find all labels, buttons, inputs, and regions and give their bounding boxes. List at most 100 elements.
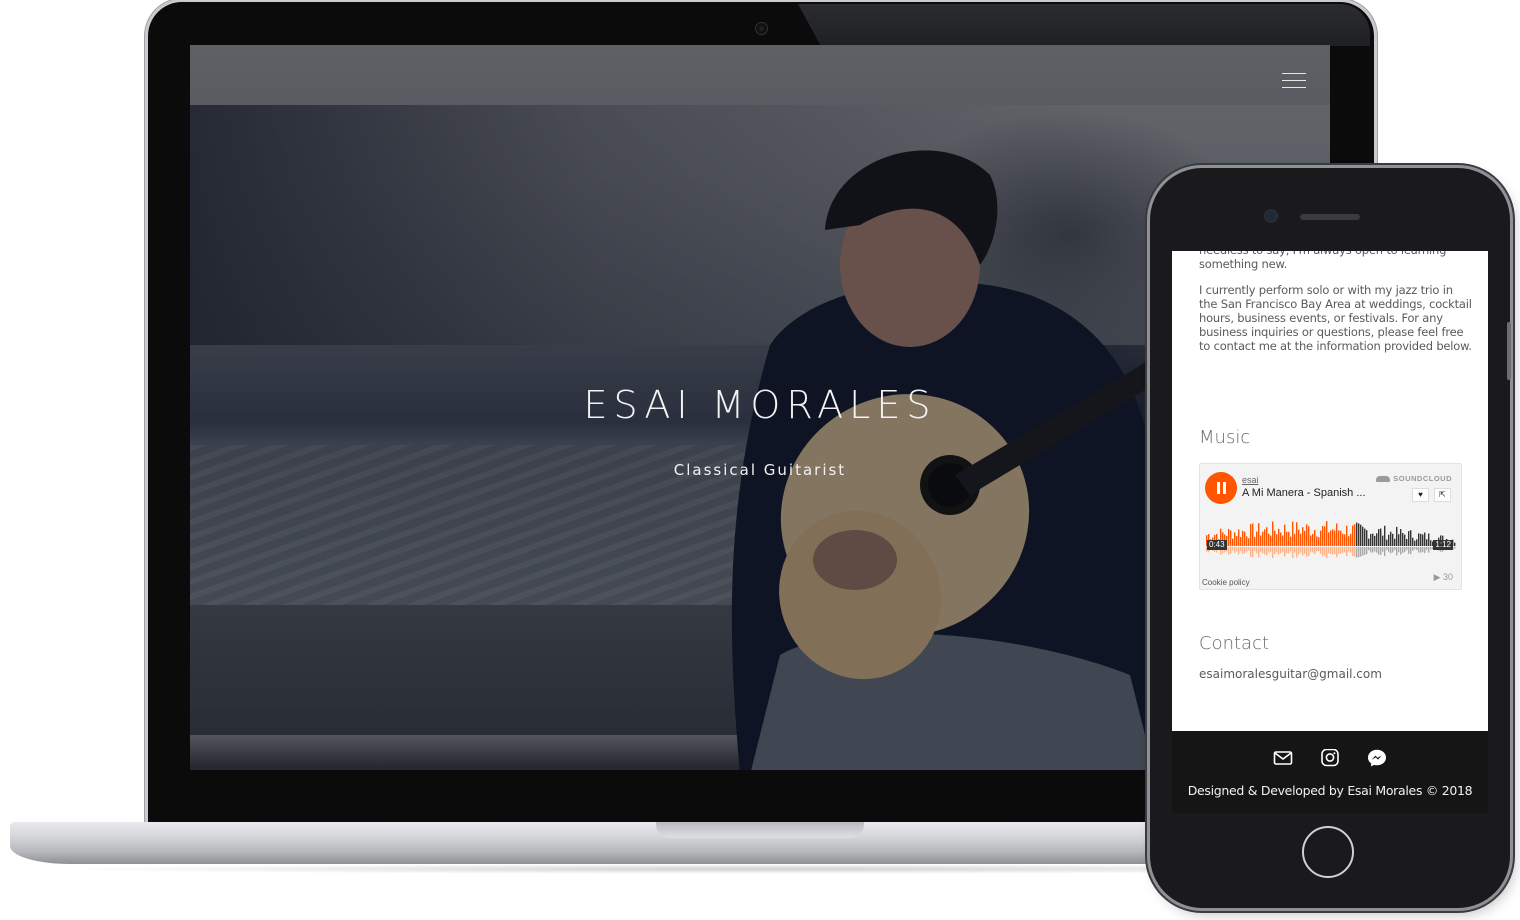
waveform-bar: [1364, 528, 1366, 546]
waveform-bar: [1324, 526, 1326, 546]
waveform-bar-reflection: [1254, 547, 1256, 552]
waveform-bar-reflection: [1406, 547, 1408, 551]
waveform-bar: [1310, 535, 1312, 546]
waveform-bar-reflection: [1274, 547, 1276, 554]
instagram-icon[interactable]: [1320, 748, 1340, 767]
waveform-bar: [1410, 530, 1412, 546]
waveform-bar-reflection: [1322, 547, 1324, 557]
waveform-bar-reflection: [1298, 547, 1300, 555]
waveform-bar-reflection: [1378, 547, 1380, 555]
pause-button[interactable]: [1205, 472, 1237, 504]
waveform-bar-reflection: [1362, 547, 1364, 556]
sc-track-title[interactable]: A Mi Manera - Spanish ...: [1242, 487, 1366, 499]
waveform-bar: [1360, 524, 1362, 546]
waveform-bar-reflection: [1374, 547, 1376, 552]
waveform-bar: [1404, 534, 1406, 546]
waveform-bar-reflection: [1288, 547, 1290, 554]
site-footer: Designed & Developed by Esai Morales © 2…: [1172, 731, 1488, 813]
waveform-bar: [1352, 525, 1354, 546]
waveform-bar: [1280, 532, 1282, 546]
waveform-bar: [1238, 529, 1240, 546]
waveform-bar-reflection: [1302, 547, 1304, 556]
waveform-bar: [1384, 525, 1386, 546]
waveform-bar-reflection: [1278, 547, 1280, 555]
waveform-bar-reflection: [1430, 547, 1432, 550]
waveform[interactable]: [1206, 516, 1456, 564]
messenger-icon[interactable]: [1367, 749, 1387, 767]
waveform-bar-reflection: [1390, 547, 1392, 554]
waveform-bar-reflection: [1264, 547, 1266, 555]
waveform-bar: [1260, 535, 1262, 546]
waveform-bar: [1312, 533, 1314, 546]
waveform-bar-reflection: [1324, 547, 1326, 556]
soundcloud-logo[interactable]: SOUNDCLOUD: [1376, 474, 1452, 483]
waveform-bar: [1340, 530, 1342, 546]
waveform-bar: [1302, 527, 1304, 546]
waveform-bar: [1286, 531, 1288, 546]
waveform-bar-reflection: [1354, 547, 1356, 557]
music-heading: Music: [1199, 427, 1251, 448]
waveform-bar: [1344, 534, 1346, 546]
waveform-bar: [1300, 533, 1302, 546]
waveform-bar-reflection: [1386, 547, 1388, 550]
waveform-bar: [1370, 534, 1372, 546]
waveform-bar-reflection: [1352, 547, 1354, 557]
waveform-bar: [1400, 529, 1402, 546]
waveform-bar: [1328, 532, 1330, 546]
waveform-bar: [1316, 536, 1318, 546]
waveform-bar-reflection: [1376, 547, 1378, 553]
waveform-bar-reflection: [1306, 547, 1308, 557]
waveform-bar: [1256, 531, 1258, 546]
waveform-bar: [1262, 531, 1264, 546]
waveform-bar-reflection: [1296, 547, 1298, 558]
sc-user-link[interactable]: esai: [1242, 475, 1259, 485]
waveform-bar: [1424, 532, 1426, 546]
hamburger-menu-icon[interactable]: [1282, 71, 1306, 89]
waveform-bar: [1288, 531, 1290, 546]
waveform-bar-reflection: [1392, 547, 1394, 553]
waveform-bar: [1306, 524, 1308, 546]
waveform-bar-reflection: [1308, 547, 1310, 556]
waveform-bar-reflection: [1294, 547, 1296, 553]
waveform-bar: [1270, 535, 1272, 546]
waveform-bar-reflection: [1290, 547, 1292, 552]
waveform-bar: [1378, 529, 1380, 546]
waveform-bar-reflection: [1426, 547, 1428, 551]
waveform-bar: [1248, 538, 1250, 546]
waveform-bar: [1392, 533, 1394, 546]
waveform-bar: [1396, 526, 1398, 546]
waveform-bar: [1234, 532, 1236, 546]
waveform-bar-reflection: [1384, 547, 1386, 557]
waveform-bar: [1254, 536, 1256, 546]
waveform-bar: [1308, 526, 1310, 546]
waveform-bar: [1258, 523, 1260, 546]
waveform-bar-reflection: [1372, 547, 1374, 553]
waveform-bar-reflection: [1418, 547, 1420, 553]
waveform-bar: [1354, 524, 1356, 546]
waveform-bar-reflection: [1388, 547, 1390, 553]
waveform-bar-reflection: [1228, 547, 1230, 555]
cookie-policy-link[interactable]: Cookie policy: [1202, 578, 1250, 587]
waveform-bar: [1408, 531, 1410, 546]
waveform-bar-reflection: [1246, 547, 1248, 552]
waveform-bar: [1322, 525, 1324, 546]
phone-home-button[interactable]: [1302, 826, 1354, 878]
contact-email-link[interactable]: esaimoralesguitar@gmail.com: [1199, 667, 1382, 681]
waveform-bar-reflection: [1366, 547, 1368, 555]
waveform-bar: [1236, 536, 1238, 546]
waveform-bar-reflection: [1244, 547, 1246, 554]
share-button[interactable]: ⇱: [1434, 488, 1451, 502]
waveform-bar-reflection: [1240, 547, 1242, 552]
phone-side-button: [1507, 322, 1511, 380]
waveform-bar-reflection: [1408, 547, 1410, 554]
waveform-bar-reflection: [1416, 547, 1418, 550]
waveform-bar: [1290, 536, 1292, 546]
waveform-bar: [1376, 533, 1378, 546]
waveform-bar: [1372, 533, 1374, 546]
waveform-bar-reflection: [1404, 547, 1406, 553]
waveform-bar-reflection: [1248, 547, 1250, 551]
like-button[interactable]: ♥: [1412, 488, 1429, 502]
waveform-bar-reflection: [1368, 547, 1370, 551]
envelope-icon[interactable]: [1273, 749, 1293, 767]
waveform-bar-reflection: [1318, 547, 1320, 551]
